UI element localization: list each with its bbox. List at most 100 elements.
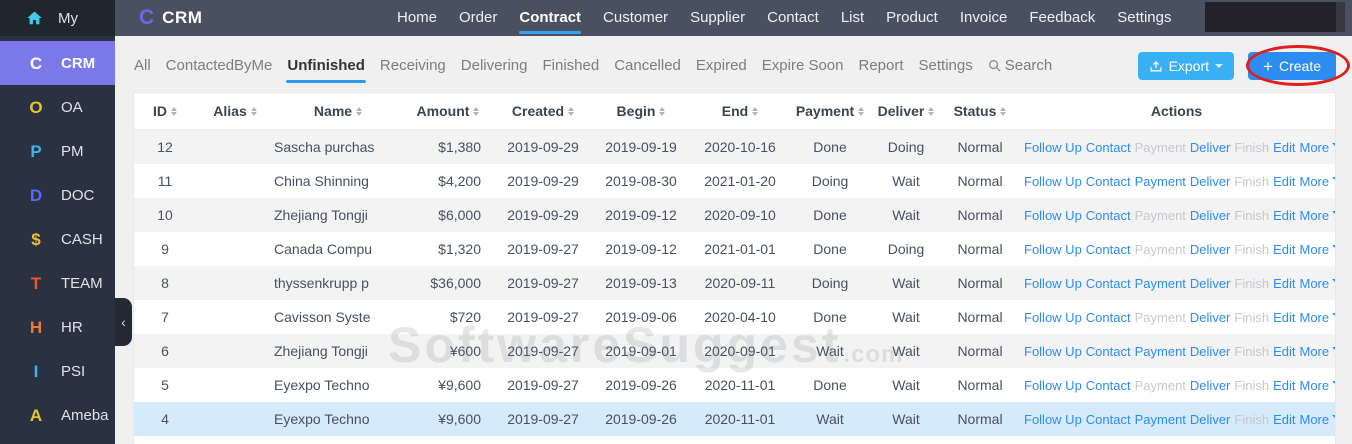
action-follow-up[interactable]: Follow Up	[1024, 174, 1082, 189]
sidebar-item-ameba[interactable]: AAmeba	[0, 393, 115, 437]
table-row[interactable]: 8thyssenkrupp p$36,0002019-09-272019-09-…	[134, 266, 1335, 300]
column-header-name[interactable]: Name	[274, 103, 402, 119]
column-header-deliver[interactable]: Deliver	[870, 103, 942, 119]
action-deliver[interactable]: Deliver	[1190, 412, 1230, 427]
top-menu-item-invoice[interactable]: Invoice	[960, 0, 1008, 36]
top-menu-item-order[interactable]: Order	[459, 0, 497, 36]
action-edit[interactable]: Edit	[1273, 208, 1295, 223]
table-row[interactable]: 9Canada Compu$1,3202019-09-272019-09-122…	[134, 232, 1335, 266]
sort-icon[interactable]	[568, 104, 574, 119]
action-edit[interactable]: Edit	[1273, 310, 1295, 325]
action-contact[interactable]: Contact	[1086, 310, 1131, 325]
column-header-amount[interactable]: Amount	[402, 103, 494, 119]
table-row[interactable]: 11China Shinning$4,2002019-09-292019-08-…	[134, 164, 1335, 198]
action-contact[interactable]: Contact	[1086, 344, 1131, 359]
tab-expired[interactable]: Expired	[695, 53, 748, 78]
export-button[interactable]: Export	[1138, 52, 1234, 80]
action-payment[interactable]: Payment	[1135, 276, 1186, 291]
tab-expire-soon[interactable]: Expire Soon	[761, 53, 845, 78]
action-deliver[interactable]: Deliver	[1190, 378, 1230, 393]
tab-finished[interactable]: Finished	[541, 53, 600, 78]
tab-all[interactable]: All	[133, 53, 152, 78]
top-menu-item-supplier[interactable]: Supplier	[690, 0, 745, 36]
sort-icon[interactable]	[752, 104, 758, 119]
column-header-status[interactable]: Status	[942, 103, 1018, 119]
sidebar-item-hr[interactable]: HHR	[0, 305, 115, 349]
sidebar-item-my[interactable]: My	[0, 0, 115, 36]
tab-search[interactable]: Search	[987, 53, 1054, 78]
sort-icon[interactable]	[659, 104, 665, 119]
action-follow-up[interactable]: Follow Up	[1024, 208, 1082, 223]
action-payment[interactable]: Payment	[1135, 344, 1186, 359]
action-more[interactable]: More	[1299, 310, 1335, 325]
action-contact[interactable]: Contact	[1086, 208, 1131, 223]
action-more[interactable]: More	[1299, 208, 1335, 223]
action-deliver[interactable]: Deliver	[1190, 140, 1230, 155]
top-menu-item-customer[interactable]: Customer	[603, 0, 668, 36]
action-edit[interactable]: Edit	[1273, 412, 1295, 427]
column-header-begin[interactable]: Begin	[592, 103, 690, 119]
action-edit[interactable]: Edit	[1273, 242, 1295, 257]
action-follow-up[interactable]: Follow Up	[1024, 276, 1082, 291]
column-header-id[interactable]: ID	[134, 103, 196, 119]
action-follow-up[interactable]: Follow Up	[1024, 378, 1082, 393]
tab-report[interactable]: Report	[857, 53, 904, 78]
sort-icon[interactable]	[251, 104, 257, 119]
column-header-payment[interactable]: Payment	[790, 103, 870, 119]
sidebar-item-crm[interactable]: CCRM	[0, 41, 115, 85]
sidebar-item-team[interactable]: TTEAM	[0, 261, 115, 305]
top-menu-item-product[interactable]: Product	[886, 0, 938, 36]
action-payment[interactable]: Payment	[1135, 412, 1186, 427]
tab-unfinished[interactable]: Unfinished	[286, 53, 366, 78]
action-more[interactable]: More	[1299, 174, 1335, 189]
action-deliver[interactable]: Deliver	[1190, 344, 1230, 359]
action-contact[interactable]: Contact	[1086, 174, 1131, 189]
create-button[interactable]: + Create	[1248, 52, 1336, 80]
column-header-alias[interactable]: Alias	[196, 103, 274, 119]
action-more[interactable]: More	[1299, 276, 1335, 291]
action-deliver[interactable]: Deliver	[1190, 276, 1230, 291]
table-row[interactable]: 6Zhejiang Tongji¥6002019-09-272019-09-01…	[134, 334, 1335, 368]
action-deliver[interactable]: Deliver	[1190, 208, 1230, 223]
tab-receiving[interactable]: Receiving	[379, 53, 447, 78]
table-row[interactable]: 10Zhejiang Tongji$6,0002019-09-292019-09…	[134, 198, 1335, 232]
action-more[interactable]: More	[1299, 378, 1335, 393]
action-edit[interactable]: Edit	[1273, 344, 1295, 359]
top-menu-item-settings[interactable]: Settings	[1117, 0, 1171, 36]
table-row[interactable]: 5Eyexpo Techno¥9,6002019-09-272019-09-26…	[134, 368, 1335, 402]
sidebar-item-cash[interactable]: $CASH	[0, 217, 115, 261]
table-row[interactable]: 12Sascha purchas$1,3802019-09-292019-09-…	[134, 130, 1335, 164]
action-edit[interactable]: Edit	[1273, 378, 1295, 393]
tab-settings[interactable]: Settings	[918, 53, 974, 78]
sidebar-item-doc[interactable]: DDOC	[0, 173, 115, 217]
action-deliver[interactable]: Deliver	[1190, 242, 1230, 257]
app-logo[interactable]: C CRM	[139, 0, 202, 36]
table-row[interactable]: 4Eyexpo Techno¥9,6002019-09-272019-09-26…	[134, 402, 1335, 436]
action-contact[interactable]: Contact	[1086, 242, 1131, 257]
action-more[interactable]: More	[1299, 412, 1335, 427]
sort-icon[interactable]	[858, 104, 864, 119]
sidebar-item-psi[interactable]: IPSI	[0, 349, 115, 393]
action-follow-up[interactable]: Follow Up	[1024, 140, 1082, 155]
action-payment[interactable]: Payment	[1135, 174, 1186, 189]
action-contact[interactable]: Contact	[1086, 378, 1131, 393]
action-follow-up[interactable]: Follow Up	[1024, 412, 1082, 427]
action-edit[interactable]: Edit	[1273, 174, 1295, 189]
action-follow-up[interactable]: Follow Up	[1024, 344, 1082, 359]
sidebar-item-oa[interactable]: OOA	[0, 85, 115, 129]
table-row[interactable]: 7Cavisson Syste$7202019-09-272019-09-062…	[134, 300, 1335, 334]
sidebar-item-pm[interactable]: PPM	[0, 129, 115, 173]
top-menu-item-list[interactable]: List	[841, 0, 864, 36]
sort-icon[interactable]	[473, 104, 479, 119]
sort-icon[interactable]	[928, 104, 934, 119]
action-deliver[interactable]: Deliver	[1190, 174, 1230, 189]
top-menu-item-contract[interactable]: Contract	[519, 0, 581, 36]
action-deliver[interactable]: Deliver	[1190, 310, 1230, 325]
action-follow-up[interactable]: Follow Up	[1024, 310, 1082, 325]
action-edit[interactable]: Edit	[1273, 276, 1295, 291]
action-follow-up[interactable]: Follow Up	[1024, 242, 1082, 257]
action-more[interactable]: More	[1299, 242, 1335, 257]
action-contact[interactable]: Contact	[1086, 276, 1131, 291]
column-header-created[interactable]: Created	[494, 103, 592, 119]
tab-cancelled[interactable]: Cancelled	[613, 53, 682, 78]
